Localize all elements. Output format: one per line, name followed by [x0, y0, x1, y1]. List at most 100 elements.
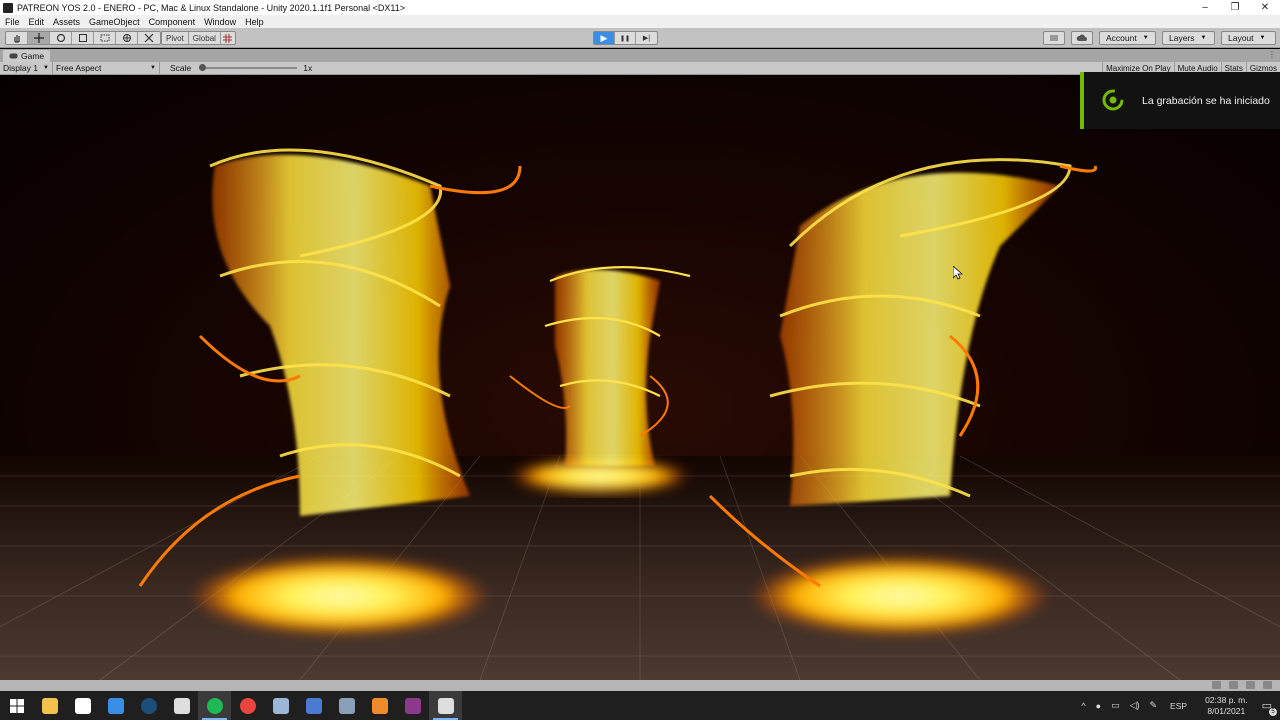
taskbar-app-winrar[interactable]: [396, 691, 429, 720]
mouse-cursor-icon: [953, 266, 963, 280]
taskbar-app-spotify[interactable]: [198, 691, 231, 720]
status-icon[interactable]: [1263, 681, 1272, 689]
step-button[interactable]: ▶|: [636, 32, 657, 44]
notification-center-icon[interactable]: ▭ 5: [1262, 699, 1277, 716]
collab-icon[interactable]: [1043, 31, 1065, 45]
taskbar-app-unity-editor[interactable]: [429, 691, 462, 720]
unity-logo-icon: [3, 2, 13, 13]
layers-dropdown[interactable]: Layers ▼: [1162, 31, 1215, 45]
start-button[interactable]: [0, 691, 33, 720]
status-icon[interactable]: [1246, 681, 1255, 689]
taskbar-app-blender[interactable]: [363, 691, 396, 720]
tab-game[interactable]: Game: [3, 50, 51, 62]
hand-icon[interactable]: [6, 32, 28, 44]
tab-menu-icon[interactable]: ⋮: [1268, 50, 1276, 59]
game-tab-bar: Game ⋮: [0, 49, 1280, 62]
aspect-dropdown[interactable]: Free Aspect ▼: [53, 62, 160, 74]
clock[interactable]: 02:38 p. m. 8/01/2021: [1205, 695, 1248, 717]
blender-icon: [371, 697, 388, 714]
fire-tornado-right: [708, 158, 1098, 636]
menu-component[interactable]: Component: [149, 17, 196, 27]
global-button[interactable]: Global: [189, 32, 221, 44]
network-icon[interactable]: ▭: [1111, 700, 1120, 711]
display-dropdown[interactable]: Display 1 ▼: [0, 62, 53, 74]
taskbar-app-file-explorer[interactable]: [33, 691, 66, 720]
status-icon[interactable]: [1212, 681, 1221, 689]
store-icon: [74, 697, 91, 714]
menu-edit[interactable]: Edit: [29, 17, 45, 27]
menu-gameobject[interactable]: GameObject: [89, 17, 140, 27]
microphone-icon[interactable]: ●: [1096, 701, 1101, 711]
play-button[interactable]: ▶: [594, 32, 615, 44]
file-explorer-icon: [41, 697, 58, 714]
maximize-button[interactable]: ❐: [1220, 0, 1250, 15]
chrome-icon: [239, 697, 256, 714]
status-icon[interactable]: [1229, 681, 1238, 689]
scale-slider[interactable]: [199, 64, 298, 71]
menu-file[interactable]: File: [5, 17, 20, 27]
menu-window[interactable]: Window: [204, 17, 236, 27]
close-button[interactable]: ✕: [1250, 0, 1280, 15]
taskbar-app-calculator[interactable]: [297, 691, 330, 720]
game-viewport[interactable]: [0, 76, 1280, 680]
pivot-button[interactable]: Pivot: [162, 32, 189, 44]
pivot-label: Pivot: [166, 33, 184, 43]
layout-dropdown[interactable]: Layout ▼: [1221, 31, 1276, 45]
taskbar-app-app[interactable]: [264, 691, 297, 720]
pen-icon[interactable]: ✎: [1150, 700, 1158, 711]
scale-slider-handle[interactable]: [199, 64, 207, 71]
clock-date: 8/01/2021: [1207, 705, 1246, 716]
rotate-icon[interactable]: [50, 32, 72, 44]
custom-tool-icon[interactable]: [138, 32, 160, 44]
menu-assets[interactable]: Assets: [53, 17, 80, 27]
recording-icon: [1102, 89, 1124, 110]
winrar-icon: [404, 697, 421, 714]
windows-taskbar: ^ ● ▭ ◁) ✎ ESP 02:38 p. m. 8/01/2021 ▭ 5: [0, 691, 1280, 720]
volume-icon[interactable]: ◁): [1130, 700, 1140, 711]
taskbar-app-mail[interactable]: [99, 691, 132, 720]
display-label: Display 1: [3, 63, 38, 73]
status-bar: [0, 680, 1280, 691]
taskbar-app-store[interactable]: [66, 691, 99, 720]
taskbar-app-photos[interactable]: [330, 691, 363, 720]
chevron-up-icon[interactable]: ^: [1081, 701, 1085, 711]
grid-snap-icon[interactable]: [221, 32, 235, 44]
menu-bar: File Edit Assets GameObject Component Wi…: [0, 15, 1280, 28]
chevron-down-icon: ▼: [43, 65, 49, 71]
unity-hub-icon: [173, 697, 190, 714]
layers-label: Layers: [1169, 33, 1195, 43]
app-icon: [272, 697, 289, 714]
title-bar: PATREON YOS 2.0 - ENERO - PC, Mac & Linu…: [0, 0, 1280, 15]
language-indicator[interactable]: ESP: [1170, 701, 1187, 711]
clock-time: 02:38 p. m.: [1205, 694, 1248, 705]
taskbar-app-chrome[interactable]: [231, 691, 264, 720]
layout-label: Layout: [1228, 33, 1254, 43]
taskbar-app-unity-hub[interactable]: [165, 691, 198, 720]
menu-help[interactable]: Help: [245, 17, 264, 27]
unity-editor-icon: [437, 697, 454, 714]
calculator-icon: [305, 697, 322, 714]
aspect-label: Free Aspect: [56, 63, 102, 73]
fire-tornado-center: [509, 266, 691, 494]
move-icon[interactable]: [28, 32, 50, 44]
chevron-down-icon: ▼: [1200, 35, 1207, 41]
steam-icon: [140, 697, 157, 714]
account-dropdown[interactable]: Account ▼: [1099, 31, 1156, 45]
fire-tornado-effects: [138, 148, 1098, 636]
fire-tornado-left: [138, 148, 522, 636]
cloud-icon[interactable]: [1071, 31, 1093, 45]
main-toolbar: Pivot Global ▶ ❚❚ ▶| Account ▼ Layers ▼ La…: [0, 28, 1280, 48]
recording-notification-text: La grabación se ha iniciado: [1142, 94, 1270, 107]
mail-icon: [107, 697, 124, 714]
minimize-button[interactable]: –: [1190, 0, 1220, 15]
chevron-down-icon: ▼: [1142, 35, 1149, 41]
taskbar-app-steam[interactable]: [132, 691, 165, 720]
transform-icon[interactable]: [116, 32, 138, 44]
pivot-tools: Pivot Global: [161, 31, 236, 45]
rect-icon[interactable]: [94, 32, 116, 44]
pause-button[interactable]: ❚❚: [615, 32, 636, 44]
photos-icon: [338, 697, 355, 714]
scale-icon[interactable]: [72, 32, 94, 44]
window-title: PATREON YOS 2.0 - ENERO - PC, Mac & Linu…: [17, 2, 406, 13]
account-label: Account: [1106, 33, 1137, 43]
